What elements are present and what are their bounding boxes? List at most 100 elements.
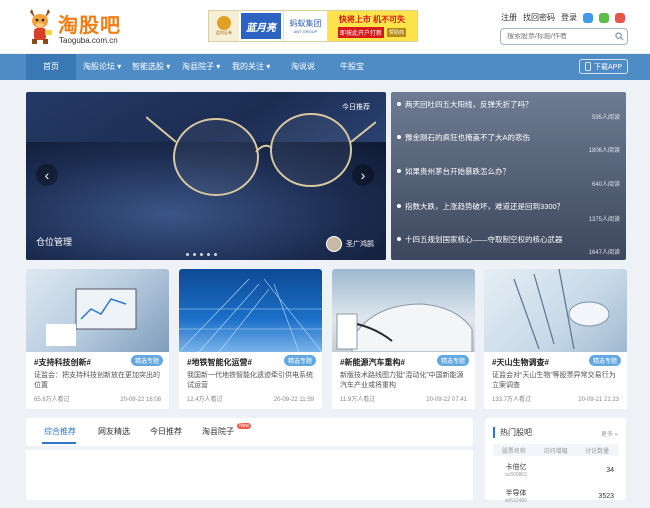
feed-tabs: 综合推荐 网友精选 今日推荐 淘县院子 New — [26, 418, 473, 446]
tab-today[interactable]: 今日推荐 — [150, 426, 182, 437]
card-views: 133.7万人看过 — [492, 397, 532, 403]
ad-banner[interactable]: 盈利证券 蓝月亮 蚂蚁集团 ANT GROUP 快将上市 机不可失 即按此开户打新… — [208, 10, 418, 42]
card-time: 20-09-22 11:59 — [273, 397, 314, 403]
stock-count: 3523 — [598, 492, 614, 500]
card-views: 11.9万人看过 — [340, 397, 376, 403]
brand-domain: Taoguba.com.cn — [59, 36, 118, 45]
stock-code: sz300863 — [505, 472, 527, 478]
list-item[interactable]: 指数大跌，上涨趋势破坏，难道还是回到3300？ 1375人阅读 — [397, 196, 620, 223]
carousel-dot[interactable] — [200, 253, 203, 256]
nav-courtyard[interactable]: 淘县院子 ▾ — [182, 54, 220, 80]
stock-code: sh512480 — [505, 498, 527, 504]
ad-logo-securities: 盈利证券 — [209, 11, 239, 41]
login-link[interactable]: 登录 — [561, 12, 577, 23]
nav-shuoshuo-label: 淘说说 — [291, 62, 315, 71]
search-input[interactable] — [501, 33, 611, 40]
user-links: 注册 找回密码 登录 — [501, 12, 625, 23]
carousel-prev-button[interactable]: ‹ — [36, 164, 58, 186]
weibo-icon[interactable] — [615, 12, 625, 23]
ad-logo3-sub: ANT GROUP — [293, 29, 318, 34]
list-item[interactable]: 如果贵州茅台开始暴跌怎么办？ 640人阅读 — [397, 161, 620, 188]
card-image — [179, 269, 322, 353]
hot-item-reads: 1375人阅读 — [588, 217, 620, 223]
stock-name: 卡倍亿 — [505, 464, 527, 471]
forgot-password-link[interactable]: 找回密码 — [523, 12, 555, 23]
card-desc: 我国新一代地铁智能化遗迹牵引供电系统试运营 — [187, 372, 313, 389]
hero-carousel[interactable]: 今日推荐 ‹ › 仓位管理 圣广鸿鹄 — [26, 92, 386, 260]
list-item[interactable]: 豫金刚石的疯狂也掩盖不了大A的悲伤 1806人阅读 — [397, 127, 620, 154]
search-icon[interactable] — [611, 32, 627, 41]
col-stock-name: 股票名称 — [501, 448, 526, 455]
register-link[interactable]: 注册 — [501, 12, 517, 23]
bull-mascot-icon — [30, 9, 52, 44]
nav-home[interactable]: 首页 — [26, 54, 76, 80]
nav-courtyard-label: 淘县院子 — [182, 62, 214, 71]
carousel-dot[interactable] — [214, 253, 217, 256]
topic-card[interactable]: #地铁智能化运营# 精选专题 我国新一代地铁智能化遗迹牵引供电系统试运营 12.… — [179, 269, 322, 409]
hot-item-title: 如果贵州茅台开始暴跌怎么办？ — [405, 167, 510, 176]
stock-count: 34 — [606, 466, 614, 474]
nav-niugubao[interactable]: 牛股宝 — [340, 54, 364, 80]
card-time: 20-09-22 07:41 — [426, 397, 467, 403]
card-views: 12.4万人看过 — [187, 397, 223, 403]
card-title: #新能源汽车重构# — [340, 358, 405, 367]
glasses-image — [146, 113, 376, 196]
card-title: #地铁智能化运营# — [187, 358, 252, 367]
hot-stocks-panel: 热门股吧 更多 » 股票名称 访问增幅 讨论数量 卡倍亿 sz300863 34 … — [485, 418, 626, 504]
topic-card[interactable]: #天山生物调查# 精选专题 证监会对“天山生物”等股票异常交易行为立案调查 13… — [484, 269, 627, 409]
ad-message: 快将上市 机不可失 即按此开户打新 赞助商 — [327, 11, 417, 41]
card-image — [484, 269, 627, 352]
feed-content — [26, 450, 473, 500]
ad-logo-bluemoon: 蓝月亮 — [239, 11, 283, 41]
stock-name: 半导体 — [505, 490, 527, 497]
hot-item-reads: 1647人阅读 — [588, 250, 620, 256]
topic-card[interactable]: #支持科技创新# 精选专题 证监会：把支持科技创新放在更加突出的位置 65.6万… — [26, 269, 169, 409]
ad-logo-antgroup: 蚂蚁集团 ANT GROUP — [283, 11, 327, 41]
tab-courtyard[interactable]: 淘县院子 — [202, 426, 234, 437]
topic-card[interactable]: #新能源汽车重构# 精选专题 新版技术路线图力挺“混动化”中国新能源汽车产业或将… — [332, 269, 475, 409]
nav-niugubao-label: 牛股宝 — [340, 62, 364, 71]
table-row[interactable]: 半导体 sh512480 3523 — [493, 484, 618, 508]
card-image — [26, 269, 169, 352]
tab-recommended[interactable]: 综合推荐 — [44, 426, 76, 437]
hot-item-reads: 595人阅读 — [591, 115, 620, 121]
hero-tag: 今日推荐 — [342, 104, 370, 111]
top-header: 淘股吧 Taoguba.com.cn 盈利证券 蓝月亮 蚂蚁集团 ANT GROU… — [0, 0, 650, 53]
carousel-dot[interactable] — [186, 253, 189, 256]
card-image — [332, 269, 475, 353]
nav-forum[interactable]: 淘股论坛 ▾ — [83, 54, 121, 80]
main-nav: 首页 淘股论坛 ▾ 智能选股 ▾ 淘县院子 ▾ 我的关注 ▾ 淘说说 牛股宝 下… — [0, 54, 650, 80]
hot-stocks-title: 热门股吧 — [493, 427, 532, 438]
new-badge: New — [237, 423, 252, 429]
carousel-dot[interactable] — [207, 253, 210, 256]
ad-cta: 即按此开户打新 — [337, 27, 384, 38]
more-link[interactable]: 更多 » — [601, 429, 618, 438]
hero-caption[interactable]: 仓位管理 — [36, 235, 72, 248]
bullet-icon — [397, 204, 401, 208]
nav-smart-picker[interactable]: 智能选股 ▾ — [132, 54, 170, 80]
chevron-down-icon: ▾ — [266, 62, 271, 71]
card-title: #支持科技创新# — [34, 358, 91, 367]
tab-user-picks[interactable]: 网友精选 — [98, 426, 130, 437]
list-item[interactable]: 十四五规划国家核心——夺取制空权的核心武器 1647人阅读 — [397, 229, 620, 256]
site-logo[interactable]: 淘股吧 Taoguba.com.cn — [26, 6, 136, 48]
hero-author[interactable]: 圣广鸿鹄 — [326, 236, 374, 252]
list-item[interactable]: 两天回吐四五大阳线，反弹夭折了吗？ 595人阅读 — [397, 94, 620, 121]
ad-headline: 快将上市 机不可失 — [338, 15, 406, 24]
download-app-button[interactable]: 下载APP — [578, 59, 628, 74]
hot-item-title: 十四五规划国家核心——夺取制空权的核心武器 — [405, 235, 563, 244]
carousel-next-button[interactable]: › — [352, 164, 374, 186]
card-badge: 精选专题 — [436, 355, 469, 366]
hero-author-name: 圣广鸿鹄 — [346, 241, 374, 248]
brand-name: 淘股吧 — [58, 13, 121, 37]
wechat-icon[interactable] — [599, 12, 609, 23]
nav-shuoshuo[interactable]: 淘说说 — [291, 54, 315, 80]
carousel-dot[interactable] — [193, 253, 196, 256]
table-row[interactable]: 卡倍亿 sz300863 34 — [493, 458, 618, 482]
qq-icon[interactable] — [583, 12, 593, 23]
hot-item-title: 豫金刚石的疯狂也掩盖不了大A的悲伤 — [405, 133, 531, 142]
nav-following[interactable]: 我的关注 ▾ — [232, 54, 270, 80]
bullet-icon — [397, 237, 401, 241]
ad-sponsor-label: 赞助商 — [387, 28, 407, 37]
hot-item-title: 两天回吐四五大阳线，反弹夭折了吗？ — [405, 100, 533, 109]
